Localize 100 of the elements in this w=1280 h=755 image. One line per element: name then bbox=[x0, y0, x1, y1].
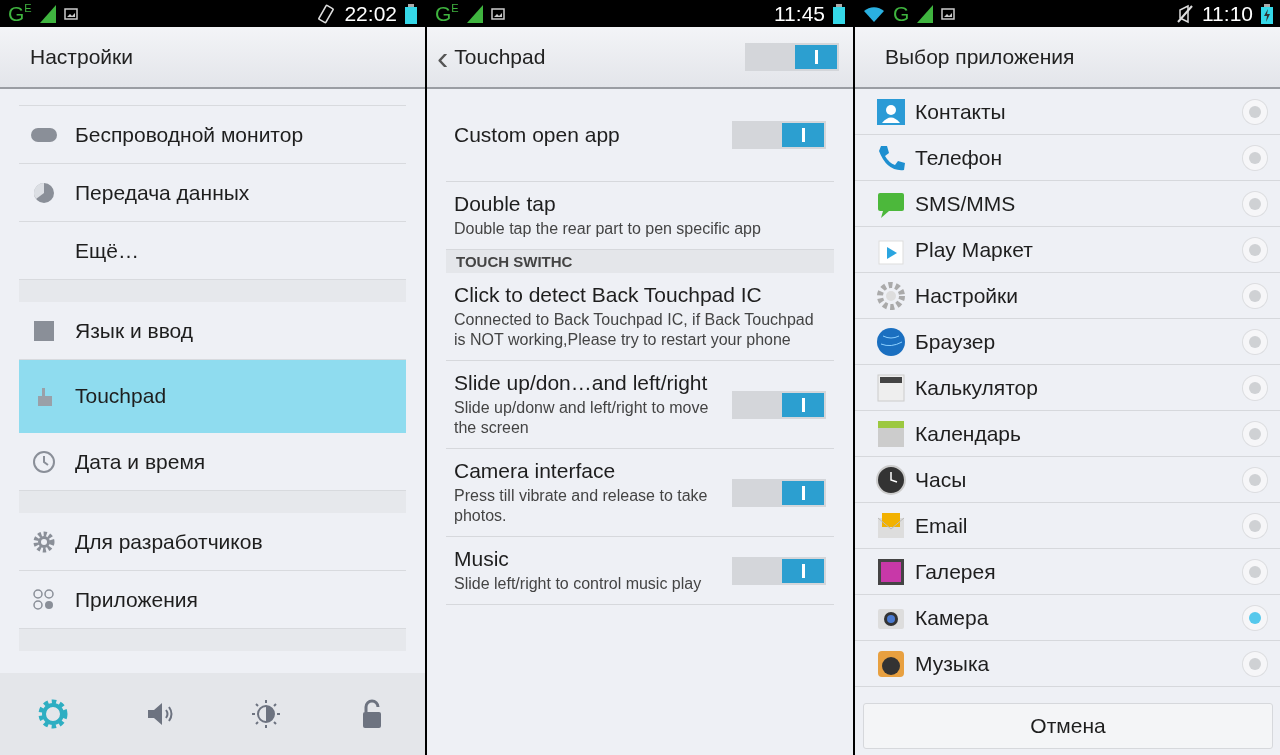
radio-button[interactable] bbox=[1243, 421, 1267, 446]
toggle-switch[interactable] bbox=[732, 478, 826, 507]
clock-icon bbox=[875, 463, 907, 496]
app-option[interactable]: Телефон bbox=[855, 135, 1280, 181]
radio-button[interactable] bbox=[1243, 237, 1267, 262]
screen-title: Настройки bbox=[30, 45, 133, 69]
radio-button[interactable] bbox=[1243, 513, 1267, 538]
toggle-switch[interactable] bbox=[732, 556, 826, 585]
toggle-switch[interactable] bbox=[732, 390, 826, 419]
settings-item[interactable]: Touchpad bbox=[19, 360, 406, 433]
setting-title: Slide up/don…and left/right bbox=[454, 371, 709, 395]
radio-button[interactable] bbox=[1243, 283, 1267, 308]
vibrate-icon bbox=[316, 3, 337, 24]
setting-summary: Press till vibrate and release to take photos. bbox=[454, 486, 709, 526]
settings-item[interactable]: Беспроводной монитор bbox=[19, 106, 406, 164]
app-option[interactable]: Email bbox=[855, 503, 1280, 549]
settings-item[interactable]: Для разработчиков bbox=[19, 513, 406, 571]
image-icon bbox=[941, 7, 956, 20]
toggle-switch[interactable] bbox=[732, 121, 826, 149]
setting-summary: Connected to Back Touchpad IC, if Back Touchpad is NOT working,Please try to restart your phone bbox=[454, 310, 815, 350]
signal-icon bbox=[917, 4, 934, 23]
cancel-button[interactable]: Отмена bbox=[863, 703, 1273, 749]
setting-row[interactable]: Custom open app bbox=[446, 89, 834, 182]
setting-row[interactable]: Click to detect Back Touchpad IC Connected to Back Touchpad IC, if Back Touchpad is NOT working,Please try to restart your phone bbox=[446, 273, 834, 361]
radio-button[interactable] bbox=[1243, 605, 1267, 630]
radio-button[interactable] bbox=[1243, 375, 1267, 400]
image-icon bbox=[63, 7, 78, 20]
toggle-switch[interactable] bbox=[745, 43, 839, 71]
calculator-icon bbox=[875, 371, 907, 404]
status-time: 11:45 bbox=[774, 1, 825, 26]
app-name: SMS/MMS bbox=[915, 191, 1016, 216]
app-option[interactable]: SMS/MMS bbox=[855, 181, 1280, 227]
item-label: Беспроводной монитор bbox=[75, 122, 304, 147]
setting-row[interactable]: Camera interface Press till vibrate and release to take photos. bbox=[446, 449, 834, 537]
app-option[interactable]: Часы bbox=[855, 457, 1280, 503]
app-option[interactable]: Календарь bbox=[855, 411, 1280, 457]
app-name: Музыка bbox=[915, 651, 990, 676]
item-label: Для разработчиков bbox=[75, 529, 263, 554]
app-name: Калькулятор bbox=[915, 375, 1038, 400]
app-option[interactable]: Калькулятор bbox=[855, 365, 1280, 411]
back-button[interactable]: ‹ bbox=[437, 40, 449, 74]
status-time: 11:10 bbox=[1202, 1, 1253, 26]
image-icon bbox=[490, 7, 505, 20]
setting-summary: Slide up/donw and left/right to move the screen bbox=[454, 398, 710, 438]
app-name: Настройки bbox=[915, 283, 1018, 308]
battery-icon bbox=[405, 3, 417, 24]
setting-title: Camera interface bbox=[454, 459, 617, 483]
setting-summary: Slide left/right to control music play bbox=[454, 574, 703, 594]
battery-icon bbox=[1261, 3, 1273, 24]
status-time: 22:02 bbox=[344, 1, 397, 26]
app-name: Play Маркет bbox=[915, 237, 1033, 262]
app-name: Календарь bbox=[915, 421, 1021, 446]
mute-icon bbox=[1176, 3, 1194, 24]
app-option[interactable]: Play Маркет bbox=[855, 227, 1280, 273]
radio-button[interactable] bbox=[1243, 559, 1267, 584]
setting-title: Double tap bbox=[454, 192, 557, 216]
clock-icon bbox=[32, 449, 56, 474]
app-name: Галерея bbox=[915, 559, 996, 584]
section-header: TOUCH SWITHC bbox=[446, 250, 834, 273]
item-label: Touchpad bbox=[75, 384, 167, 408]
app-name: Камера bbox=[915, 605, 989, 630]
radio-button[interactable] bbox=[1243, 191, 1267, 216]
item-label: Дата и время bbox=[75, 449, 206, 474]
setting-title: Custom open app bbox=[454, 123, 621, 147]
setting-title: Click to detect Back Touchpad IC bbox=[454, 283, 763, 307]
app-option[interactable]: Камера bbox=[855, 595, 1280, 641]
gear-icon bbox=[875, 279, 907, 312]
app-option[interactable]: Контакты bbox=[855, 89, 1280, 135]
radio-button[interactable] bbox=[1243, 99, 1267, 124]
app-option[interactable]: Настройки bbox=[855, 273, 1280, 319]
settings-item[interactable]: Передача данных bbox=[19, 164, 406, 222]
item-label: Передача данных bbox=[75, 180, 250, 205]
radio-button[interactable] bbox=[1243, 467, 1267, 492]
app-option[interactable]: Браузер bbox=[855, 319, 1280, 365]
network-type: G bbox=[893, 3, 910, 24]
setting-title: Music bbox=[454, 547, 510, 571]
screen-title: Touchpad bbox=[454, 45, 546, 69]
app-option[interactable]: Галерея bbox=[855, 549, 1280, 595]
pie-chart-icon bbox=[32, 180, 56, 205]
setting-row[interactable]: Slide up/don…and left/right Slide up/donw and left/right to move the screen bbox=[446, 361, 834, 449]
screen-title: Выбор приложения bbox=[885, 45, 1075, 69]
item-label: Ещё… bbox=[75, 238, 139, 263]
app-name: Контакты bbox=[915, 99, 1006, 124]
app-name: Телефон bbox=[915, 145, 1003, 170]
setting-row[interactable]: Music Slide left/right to control music play bbox=[446, 537, 834, 605]
gear-icon bbox=[32, 529, 56, 554]
item-label: Язык и ввод bbox=[75, 318, 194, 343]
radio-button[interactable] bbox=[1243, 329, 1267, 354]
wifi-icon bbox=[863, 4, 885, 23]
app-option[interactable]: Музыка bbox=[855, 641, 1280, 687]
app-name: Часы bbox=[915, 467, 967, 492]
radio-button[interactable] bbox=[1243, 145, 1267, 170]
signal-icon bbox=[39, 4, 56, 23]
item-label: Приложения bbox=[75, 587, 198, 612]
globe-icon bbox=[875, 325, 907, 358]
apps-icon bbox=[32, 587, 56, 612]
setting-summary: Double tap the rear part to pen specific app bbox=[454, 219, 762, 239]
app-name: Email bbox=[915, 513, 968, 538]
signal-icon bbox=[466, 4, 483, 23]
radio-button[interactable] bbox=[1243, 651, 1267, 676]
